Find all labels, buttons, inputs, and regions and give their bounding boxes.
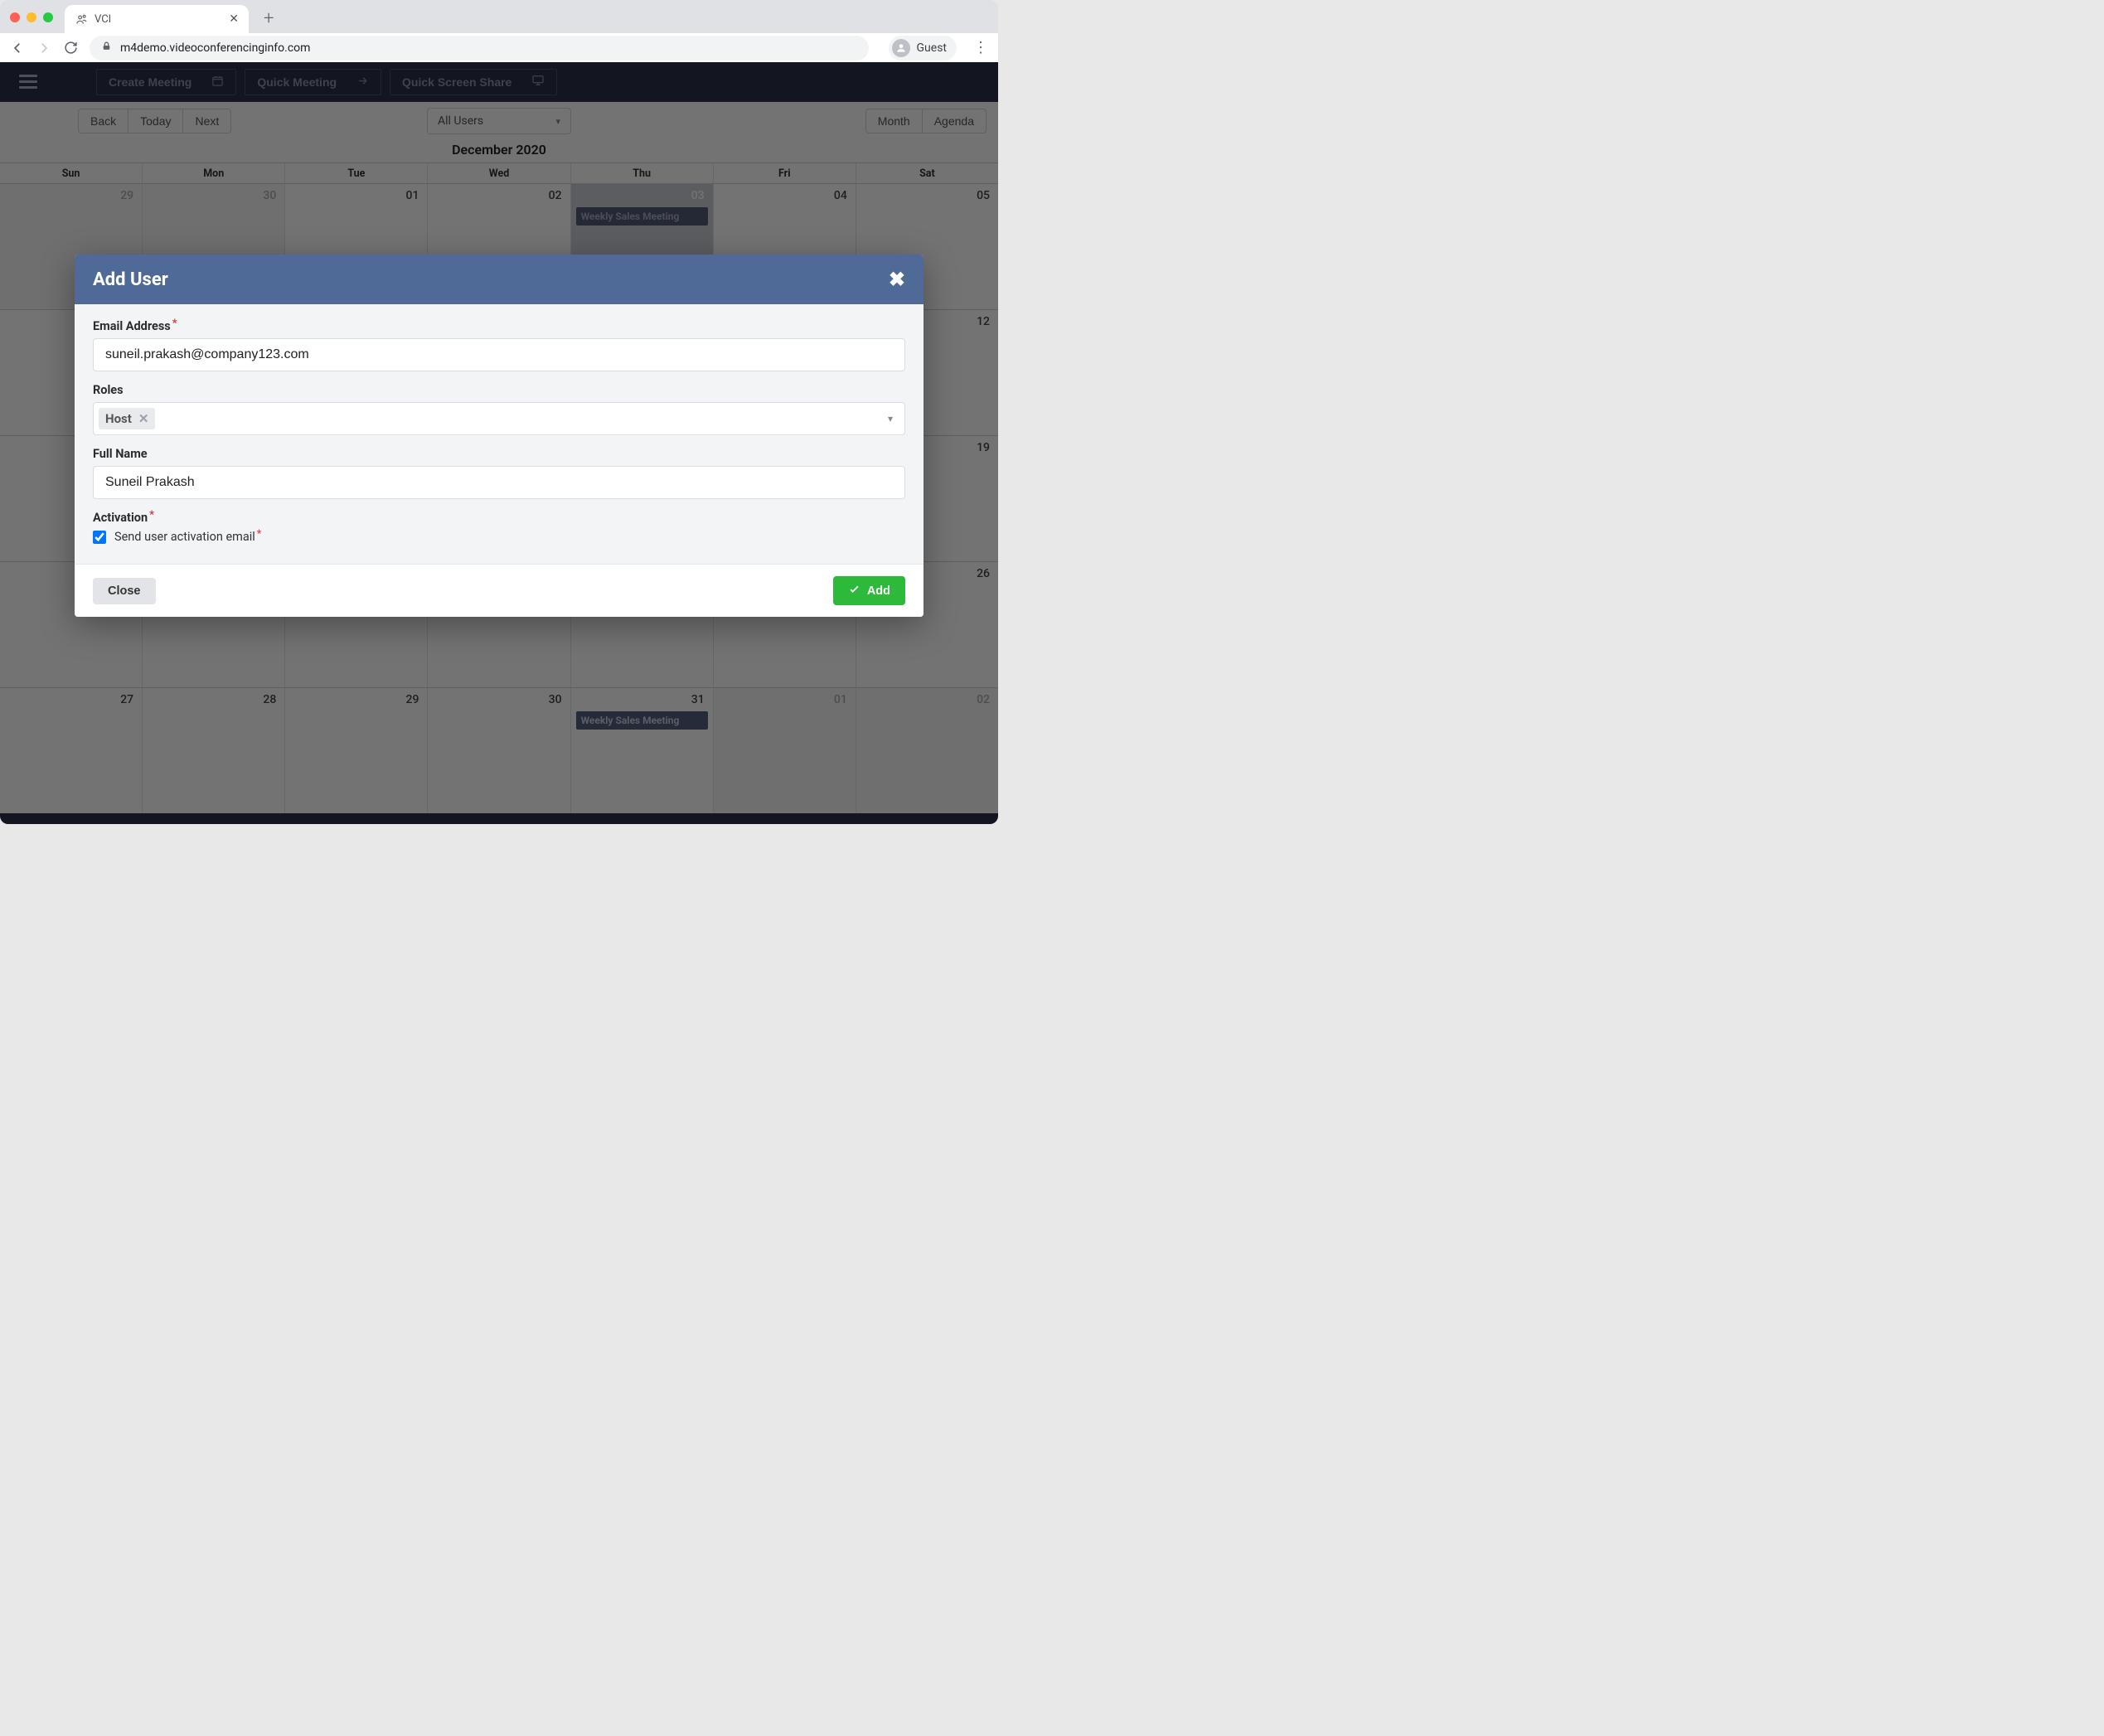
activation-label: Activation* (93, 511, 905, 525)
modal-title: Add User (93, 269, 168, 290)
role-chip-host: Host ✕ (99, 408, 155, 429)
tab-close-icon[interactable]: ✕ (229, 12, 239, 26)
back-icon[interactable] (10, 41, 25, 56)
close-button[interactable]: Close (93, 578, 156, 604)
avatar-icon (892, 39, 910, 57)
activation-checkbox[interactable] (93, 531, 106, 544)
window-close-icon[interactable] (10, 12, 20, 22)
url-text: m4demo.videoconferencinginfo.com (120, 41, 310, 55)
email-input[interactable] (93, 338, 905, 371)
address-bar[interactable]: m4demo.videoconferencinginfo.com (90, 36, 869, 61)
role-chip-remove-icon[interactable]: ✕ (138, 411, 149, 426)
new-tab-button[interactable]: + (264, 8, 274, 29)
lock-icon (101, 41, 112, 55)
reload-icon[interactable] (63, 41, 78, 56)
email-label: Email Address* (93, 319, 905, 333)
add-button[interactable]: Add (833, 576, 905, 605)
fullname-label: Full Name (93, 447, 905, 461)
profile-chip[interactable]: Guest (889, 36, 957, 61)
profile-label: Guest (917, 41, 947, 55)
roles-select[interactable]: Host ✕ ▾ (93, 402, 905, 435)
browser-tab[interactable]: VCI ✕ (65, 5, 249, 33)
window-maximize-icon[interactable] (43, 12, 53, 22)
favicon-icon (75, 12, 88, 26)
forward-icon[interactable] (36, 41, 51, 56)
add-user-modal: Add User ✖ Email Address* Roles Host ✕ ▾ (75, 255, 924, 617)
chevron-down-icon: ▾ (888, 413, 893, 424)
roles-label: Roles (93, 383, 905, 397)
modal-close-icon[interactable]: ✖ (889, 268, 905, 291)
tab-title: VCI (95, 13, 222, 26)
check-icon (848, 583, 861, 599)
activation-checkbox-label: Send user activation email* (114, 530, 259, 544)
fullname-input[interactable] (93, 466, 905, 499)
browser-menu-icon[interactable]: ⋮ (973, 39, 988, 56)
window-minimize-icon[interactable] (27, 12, 36, 22)
